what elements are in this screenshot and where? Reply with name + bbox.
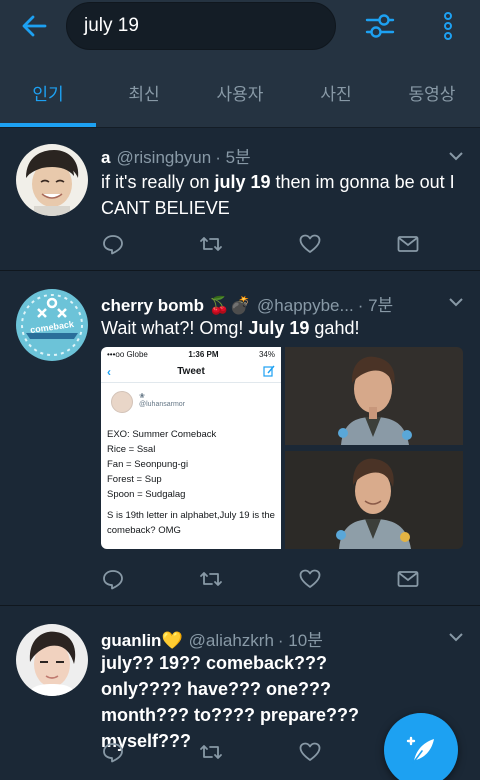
sliders-icon [365,14,395,38]
reply-button[interactable] [101,740,125,764]
display-name[interactable]: guanlin💛 [101,631,183,651]
avatar[interactable] [16,144,88,216]
envelope-icon [397,236,419,252]
tweet[interactable]: comeback cherry bomb 🍒💣 @happybe... · 7분… [0,271,480,606]
user-handle[interactable]: @happybe... [257,296,354,316]
highlight: July 19 [248,318,310,338]
avatar[interactable]: comeback [16,289,88,361]
tab-photos[interactable]: 사진 [288,58,384,127]
retweet-icon [200,572,222,586]
retweet-icon [200,745,222,759]
user-handle[interactable]: @risingbyun [116,148,211,168]
tab-top[interactable]: 인기 [0,58,96,127]
more-vertical-icon [444,12,452,40]
top-bar: july 19 [0,0,480,58]
envelope-icon [397,571,419,587]
chevron-down-icon[interactable] [448,296,464,308]
screenshot-handle: @luhansarmor [139,401,186,408]
retweet-button[interactable] [199,567,223,591]
search-tabs: 인기 최신 사용자 사진 동영상 [0,58,480,128]
tab-people[interactable]: 사용자 [192,58,288,127]
tweet-text: Wait what?! Omg! July 19 gahd! [101,318,360,338]
reply-icon [103,235,123,255]
timestamp: · 5분 [215,148,251,167]
search-query[interactable]: july 19 [84,15,139,37]
reply-icon [103,570,123,590]
like-button[interactable] [298,232,322,256]
compose-icon [263,365,275,377]
embedded-screenshot[interactable]: •••oo Globe 1:36 PM 34% ‹ Tweet ❀ @luhan… [101,347,281,549]
message-button[interactable] [396,232,420,256]
back-chevron-icon: ‹ [107,365,111,379]
retweet-button[interactable] [199,740,223,764]
display-name[interactable]: a [101,148,110,168]
heart-icon [299,742,321,761]
avatar [111,391,133,413]
avatar[interactable] [16,624,88,696]
heart-icon [299,569,321,588]
user-handle[interactable]: @aliahzkrh [189,631,274,651]
tweet-text: july?? 19?? comeback??? only???? have???… [101,653,359,751]
compose-feather-icon [406,736,434,764]
more-options-button[interactable] [432,8,464,44]
highlight: july 19 [214,172,271,192]
tab-videos[interactable]: 동영상 [384,58,480,127]
retweet-button[interactable] [199,232,223,256]
like-button[interactable] [298,740,322,764]
like-button[interactable] [298,567,322,591]
tweet-actions [101,232,431,256]
screenshot-author: ❀ @luhansarmor [101,383,281,423]
tweet-actions [101,740,431,764]
screenshot-text: EXO: Summer Comeback Rice = Ssal Fan = S… [107,429,275,536]
tab-latest[interactable]: 최신 [96,58,192,127]
search-filter-button[interactable] [360,8,400,44]
search-field[interactable]: july 19 [66,2,336,50]
timestamp: · 7분 [357,296,394,315]
screenshot-header: ‹ Tweet [101,361,281,383]
tweet-header: cherry bomb 🍒💣 @happybe... · 7분 [101,291,438,316]
tweet-actions [101,567,431,591]
display-name[interactable]: cherry bomb 🍒💣 [101,296,251,316]
retweet-icon [200,237,222,251]
back-button[interactable] [14,10,54,42]
tweet-header: guanlin💛 @aliahzkrh · 10분 [101,626,438,651]
message-button[interactable] [396,567,420,591]
back-arrow-icon [22,15,47,37]
tweet[interactable]: a @risingbyun · 5분 if it's really on jul… [0,128,480,271]
phone-status-bar: •••oo Globe 1:36 PM 34% [107,349,275,359]
compose-tweet-button[interactable] [384,713,458,780]
chevron-down-icon[interactable] [448,631,464,643]
concert-photo[interactable] [285,451,463,549]
tweet-header: a @risingbyun · 5분 [101,143,438,168]
reply-button[interactable] [101,567,125,591]
timestamp: · 10분 [277,631,323,650]
heart-icon [299,234,321,253]
chevron-down-icon[interactable] [448,150,464,162]
tweet-text: if it's really on july 19 then im gonna … [101,172,455,218]
reply-button[interactable] [101,232,125,256]
tweet-media[interactable]: •••oo Globe 1:36 PM 34% ‹ Tweet ❀ @luhan… [101,347,463,549]
reply-icon [103,743,123,763]
concert-photo[interactable] [285,347,463,445]
